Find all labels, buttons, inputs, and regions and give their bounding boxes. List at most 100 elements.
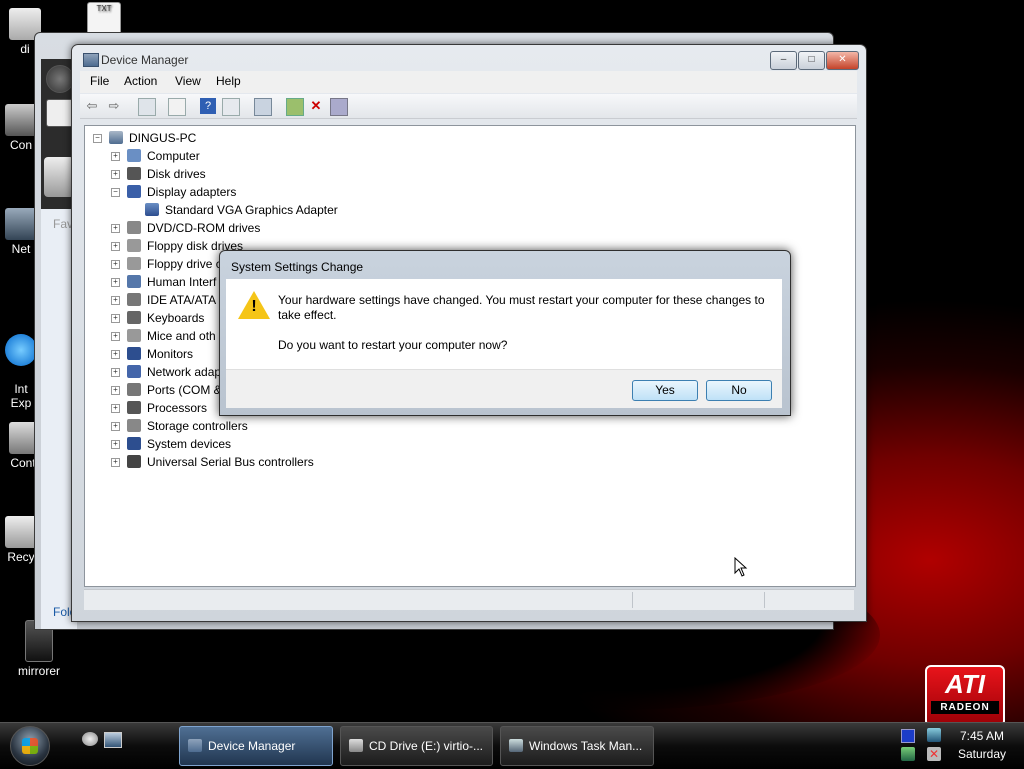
mouse-cursor-icon bbox=[734, 557, 748, 577]
device-category-icon bbox=[127, 185, 141, 198]
expand-icon[interactable]: + bbox=[111, 422, 120, 431]
expand-icon[interactable]: + bbox=[111, 404, 120, 413]
dialog-question: Do you want to restart your computer now… bbox=[278, 338, 508, 352]
device-category-icon bbox=[127, 275, 141, 288]
show-desktop-icon[interactable] bbox=[82, 732, 98, 746]
device-category-icon bbox=[127, 293, 141, 306]
expand-icon[interactable]: + bbox=[111, 170, 120, 179]
device-manager-icon bbox=[188, 739, 202, 752]
show-hide-tree-icon[interactable] bbox=[138, 98, 156, 116]
dialog-message-line-2: take effect. bbox=[278, 308, 337, 322]
maximize-button[interactable]: □ bbox=[798, 51, 825, 70]
recycle-bin-icon bbox=[5, 516, 37, 548]
dialog-footer: Yes No bbox=[226, 369, 782, 408]
help-icon[interactable]: ? bbox=[200, 98, 216, 114]
warning-mark: ! bbox=[251, 298, 257, 315]
task-device-manager[interactable]: Device Manager bbox=[179, 726, 333, 766]
computer-node-icon bbox=[109, 131, 123, 144]
txt-file-icon: TXT bbox=[87, 2, 121, 36]
expand-icon[interactable]: + bbox=[111, 440, 120, 449]
drive-icon bbox=[44, 157, 74, 197]
disable-device-icon[interactable] bbox=[330, 98, 348, 116]
task-cd-drive[interactable]: CD Drive (E:) virtio-... bbox=[340, 726, 493, 766]
dialog-message-line-1: Your hardware settings have changed. You… bbox=[278, 293, 765, 307]
device-category-icon bbox=[127, 149, 141, 162]
collapse-icon[interactable]: − bbox=[111, 188, 120, 197]
back-round-icon[interactable] bbox=[46, 65, 74, 93]
taskbar: Device Manager CD Drive (E:) virtio-... … bbox=[0, 722, 1024, 769]
close-button[interactable]: ✕ bbox=[826, 51, 859, 70]
favorites-label: Fav bbox=[53, 217, 74, 231]
doc-icon[interactable] bbox=[46, 99, 74, 127]
device-category-icon bbox=[127, 329, 141, 342]
status-bar bbox=[84, 589, 854, 610]
expand-icon[interactable]: + bbox=[111, 278, 120, 287]
device-category-icon bbox=[127, 311, 141, 324]
device-category-icon bbox=[127, 221, 141, 234]
forward-arrow-icon[interactable]: ⇨ bbox=[106, 98, 122, 114]
view-icon[interactable] bbox=[222, 98, 240, 116]
device-category-icon bbox=[127, 347, 141, 360]
clock-time: 7:45 AM bbox=[959, 729, 1005, 743]
yes-button[interactable]: Yes bbox=[632, 380, 698, 401]
expand-icon[interactable]: + bbox=[111, 332, 120, 341]
device-manager-icon bbox=[83, 53, 99, 67]
device-category-icon bbox=[127, 167, 141, 180]
menu-file[interactable]: File bbox=[90, 74, 109, 88]
language-icon[interactable] bbox=[901, 729, 915, 743]
windows-logo-icon bbox=[22, 738, 38, 754]
device-category-icon bbox=[127, 419, 141, 432]
task-manager-icon bbox=[509, 739, 523, 752]
window-title: Device Manager bbox=[101, 53, 189, 67]
volume-muted-icon[interactable]: ✕ bbox=[927, 747, 941, 761]
expand-icon[interactable]: + bbox=[111, 458, 120, 467]
no-button[interactable]: No bbox=[706, 380, 772, 401]
network-icon bbox=[5, 208, 37, 240]
ati-radeon-logo: ATI RADEON bbox=[925, 665, 1005, 727]
minimize-button[interactable]: – bbox=[770, 51, 797, 70]
device-category-icon bbox=[127, 437, 141, 450]
properties-icon[interactable] bbox=[168, 98, 186, 116]
device-category-icon bbox=[127, 383, 141, 396]
start-button[interactable] bbox=[10, 726, 50, 766]
computer-icon bbox=[5, 104, 37, 136]
update-driver-icon[interactable] bbox=[286, 98, 304, 116]
menu-bar: File Action View Help bbox=[80, 71, 857, 93]
cd-drive-icon bbox=[349, 739, 363, 752]
menu-help[interactable]: Help bbox=[216, 74, 241, 88]
status-segment bbox=[634, 592, 765, 608]
ie-icon bbox=[5, 334, 37, 366]
clock[interactable]: 7:45 AM Saturday bbox=[943, 727, 1021, 763]
expand-icon[interactable]: + bbox=[111, 152, 120, 161]
expand-icon[interactable]: + bbox=[111, 386, 120, 395]
device-category-icon bbox=[127, 239, 141, 252]
dialog-title: System Settings Change bbox=[231, 260, 364, 274]
expand-icon[interactable]: + bbox=[111, 224, 120, 233]
device-category-icon bbox=[127, 257, 141, 270]
status-segment bbox=[84, 592, 633, 608]
expand-icon[interactable]: + bbox=[111, 368, 120, 377]
uninstall-icon[interactable]: ✕ bbox=[308, 98, 324, 114]
scan-hardware-icon[interactable] bbox=[254, 98, 272, 116]
dialog-body: ! Your hardware settings have changed. Y… bbox=[226, 279, 782, 369]
safely-remove-icon[interactable] bbox=[901, 747, 915, 761]
switch-windows-icon[interactable] bbox=[104, 732, 122, 748]
device-category-icon bbox=[127, 455, 141, 468]
display-adapter-icon bbox=[145, 203, 159, 216]
system-tray: ✕ 7:45 AM Saturday bbox=[893, 723, 1024, 769]
expand-icon[interactable]: + bbox=[111, 242, 120, 251]
expand-icon[interactable]: + bbox=[111, 296, 120, 305]
menu-action[interactable]: Action bbox=[124, 74, 157, 88]
system-settings-change-dialog[interactable]: System Settings Change ! Your hardware s… bbox=[219, 250, 791, 416]
menu-view[interactable]: View bbox=[175, 74, 201, 88]
network-tray-icon[interactable] bbox=[927, 728, 941, 742]
toolbar: ⇦ ⇨ ? ✕ bbox=[80, 94, 857, 119]
back-arrow-icon[interactable]: ⇦ bbox=[84, 98, 100, 114]
collapse-icon[interactable]: − bbox=[93, 134, 102, 143]
device-category-icon bbox=[127, 365, 141, 378]
expand-icon[interactable]: + bbox=[111, 314, 120, 323]
task-task-manager[interactable]: Windows Task Man... bbox=[500, 726, 654, 766]
expand-icon[interactable]: + bbox=[111, 260, 120, 269]
device-category-icon bbox=[127, 401, 141, 414]
expand-icon[interactable]: + bbox=[111, 350, 120, 359]
